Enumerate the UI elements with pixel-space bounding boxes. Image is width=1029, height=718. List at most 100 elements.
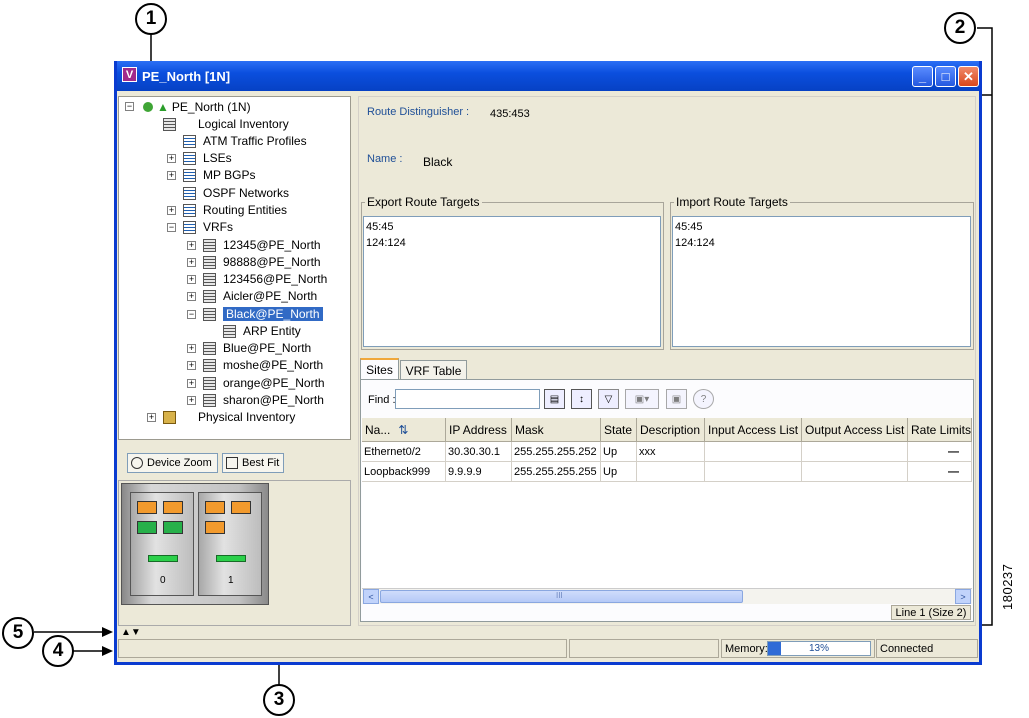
tree-item-arp[interactable]: ARP Entity [223,323,301,339]
chassis-slot[interactable]: 1 [198,492,262,596]
port-icon[interactable] [137,521,157,534]
expand-icon[interactable]: + [187,292,196,301]
import-list[interactable]: 45:45 124:124 [672,216,971,347]
tree-root[interactable]: ▲ PE_North (1N) [143,99,251,115]
expand-icon[interactable]: + [167,154,176,163]
port-icon[interactable] [163,521,183,534]
table-cell[interactable]: 255.255.255.255 [512,462,601,482]
export-dropdown-icon[interactable]: ▣▾ [625,389,659,409]
horizontal-scrollbar[interactable]: < III > [362,588,972,604]
vrf-icon [203,307,216,321]
find-input[interactable] [395,389,540,409]
tree-item-vrf[interactable]: moshe@PE_North [203,357,323,373]
column-header-state[interactable]: State [601,418,637,442]
best-fit-button[interactable]: Best Fit [222,453,284,473]
tab-sites[interactable]: Sites [360,358,399,380]
column-header-ip[interactable]: IP Address [446,418,512,442]
table-cell[interactable]: 9.9.9.9 [446,462,512,482]
tree-item-vrf[interactable]: 12345@PE_North [203,237,321,253]
maximize-button[interactable]: □ [935,66,956,87]
vrf-icon [203,358,216,372]
splitter-arrows[interactable]: ▲▼ [121,627,141,638]
expand-icon[interactable]: + [147,413,156,422]
close-button[interactable]: ✕ [958,66,979,87]
expand-icon[interactable]: + [187,344,196,353]
app-icon: V [122,67,137,82]
table-cell[interactable]: 30.30.30.1 [446,442,512,462]
column-header-name[interactable]: Na... ⇅ [362,418,446,442]
device-zoom-button[interactable]: Device Zoom [127,453,218,473]
scroll-left-icon[interactable]: < [363,589,379,604]
table-cell[interactable] [802,462,908,482]
save-icon[interactable]: ▤ [544,389,565,409]
tree-item-mpbgps[interactable]: MP BGPs [183,167,255,183]
tree-item-vrf[interactable]: Aicler@PE_North [203,288,317,304]
tree-item-vrfs[interactable]: VRFs [183,219,233,235]
table-cell[interactable]: Loopback999 [362,462,446,482]
tree-item-vrf[interactable]: 123456@PE_North [203,271,327,287]
tree-item-ospf[interactable]: OSPF Networks [183,185,289,201]
tree-item-vrf[interactable]: orange@PE_North [203,375,325,391]
column-header-mask[interactable]: Mask [512,418,601,442]
table-cell[interactable] [705,462,802,482]
print-icon[interactable]: ▣ [666,389,687,409]
column-header-description[interactable]: Description [637,418,705,442]
expand-icon[interactable]: + [167,171,176,180]
expand-icon[interactable]: + [187,275,196,284]
status-led [216,555,246,562]
column-header-output-acl[interactable]: Output Access List [802,418,908,442]
table-cell[interactable] [705,442,802,462]
sort-icon[interactable]: ↕ [571,389,592,409]
list-item[interactable]: 45:45 [675,221,703,233]
table-cell[interactable]: — [908,462,972,482]
tree-item-vrf[interactable]: sharon@PE_North [203,392,324,408]
table-cell[interactable]: xxx [637,442,705,462]
port-icon[interactable] [137,501,157,514]
title-bar[interactable]: V PE_North [1N] _ □ ✕ [117,61,979,91]
scroll-right-icon[interactable]: > [955,589,971,604]
tree-item-vrf-selected[interactable]: Black@PE_North [203,306,323,322]
table-cell[interactable]: Up [601,462,637,482]
table-cell[interactable]: 255.255.255.252 [512,442,601,462]
device-chassis[interactable]: 0 1 [121,483,269,605]
tree-item-routing[interactable]: Routing Entities [183,202,287,218]
tree-item-logical[interactable]: Logical Inventory [163,116,289,132]
tree-item-atm[interactable]: ATM Traffic Profiles [183,133,307,149]
port-icon[interactable] [205,521,225,534]
port-icon[interactable] [231,501,251,514]
collapse-icon[interactable]: − [167,223,176,232]
table-cell[interactable] [802,442,908,462]
list-item[interactable]: 45:45 [366,221,394,233]
list-item[interactable]: 124:124 [675,237,715,249]
expand-icon[interactable]: + [167,206,176,215]
port-icon[interactable] [205,501,225,514]
tree-item-vrf[interactable]: Blue@PE_North [203,340,311,356]
device-zoom-label: Device Zoom [147,457,212,469]
table-cell[interactable]: — [908,442,972,462]
list-item[interactable]: 124:124 [366,237,406,249]
table-cell[interactable] [637,462,705,482]
table-cell[interactable]: Ethernet0/2 [362,442,446,462]
status-field [569,639,719,658]
help-icon[interactable]: ? [693,389,714,409]
expand-icon[interactable]: + [187,241,196,250]
filter-icon[interactable]: ▽ [598,389,619,409]
collapse-icon[interactable]: − [187,310,196,319]
expand-icon[interactable]: + [187,379,196,388]
tree-item-lses[interactable]: LSEs [183,150,232,166]
tree-item-physical[interactable]: Physical Inventory [163,409,295,425]
table-cell[interactable]: Up [601,442,637,462]
chassis-slot[interactable]: 0 [130,492,194,596]
expand-icon[interactable]: + [187,396,196,405]
expand-icon[interactable]: + [187,258,196,267]
tree-item-vrf[interactable]: 98888@PE_North [203,254,321,270]
scroll-thumb[interactable]: III [380,590,743,603]
minimize-button[interactable]: _ [912,66,933,87]
export-list[interactable]: 45:45 124:124 [363,216,661,347]
collapse-icon[interactable]: − [125,102,134,111]
column-header-rate-limits[interactable]: Rate Limits [908,418,972,442]
tab-vrf-table[interactable]: VRF Table [400,360,467,380]
expand-icon[interactable]: + [187,361,196,370]
port-icon[interactable] [163,501,183,514]
column-header-input-acl[interactable]: Input Access List [705,418,802,442]
